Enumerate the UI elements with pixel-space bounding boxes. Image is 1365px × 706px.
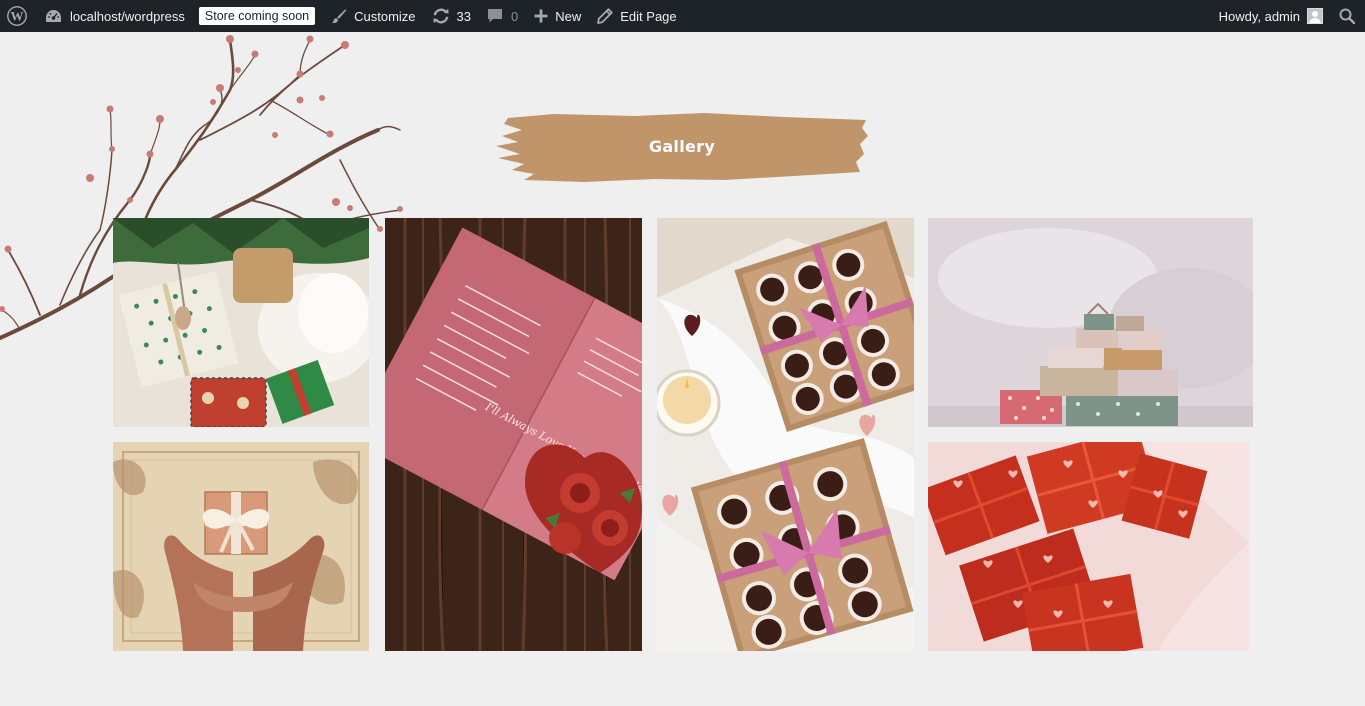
wp-admin-bar: W localhost/wordpress Store coming soon … bbox=[0, 0, 1365, 32]
admin-bar-search[interactable] bbox=[1331, 0, 1365, 32]
wordpress-menu[interactable]: W bbox=[0, 0, 37, 32]
comment-icon bbox=[488, 9, 503, 23]
site-name-label: localhost/wordpress bbox=[70, 8, 185, 24]
dashboard-icon bbox=[46, 9, 61, 22]
gallery-image-valentines-card[interactable]: I'll Always Love You Happy Valentine's D… bbox=[385, 218, 642, 651]
gallery-title: Gallery bbox=[648, 137, 716, 156]
store-status-link[interactable]: Store coming soon bbox=[193, 0, 323, 32]
red-heart-gifts-photo bbox=[928, 442, 1249, 651]
store-status-badge: Store coming soon bbox=[198, 7, 316, 25]
valentines-card-photo: I'll Always Love You Happy Valentine's D… bbox=[385, 218, 642, 651]
howdy-label: Howdy, admin bbox=[1218, 8, 1300, 24]
pencil-icon bbox=[597, 8, 613, 24]
gallery-image-christmas-gifts[interactable] bbox=[113, 218, 369, 427]
comments-link[interactable]: 0 bbox=[479, 0, 526, 32]
gallery-heading: Gallery bbox=[494, 110, 870, 188]
wordpress-icon: W bbox=[7, 6, 27, 26]
customize-link[interactable]: Customize bbox=[323, 0, 423, 32]
heart-chocolates-photo bbox=[657, 218, 914, 651]
user-avatar-icon bbox=[1307, 8, 1323, 24]
svg-text:W: W bbox=[11, 8, 24, 23]
comments-count: 0 bbox=[511, 8, 519, 24]
updates-icon bbox=[432, 8, 449, 24]
site-name-link[interactable]: localhost/wordpress bbox=[37, 0, 193, 32]
gallery-image-hands-gift[interactable] bbox=[113, 442, 369, 651]
stacked-gifts-photo bbox=[928, 218, 1253, 427]
christmas-gifts-photo bbox=[113, 218, 369, 427]
plus-icon bbox=[534, 9, 548, 23]
new-label: New bbox=[555, 8, 582, 24]
gallery-image-red-heart-gifts[interactable] bbox=[928, 442, 1249, 651]
hands-gift-photo bbox=[113, 442, 369, 651]
gallery-image-stacked-gifts[interactable] bbox=[928, 218, 1253, 427]
updates-count: 33 bbox=[456, 8, 472, 24]
edit-page-label: Edit Page bbox=[620, 8, 677, 24]
admin-bar-secondary: Howdy, admin bbox=[1211, 0, 1365, 32]
search-icon bbox=[1339, 8, 1355, 24]
customize-label: Customize bbox=[354, 8, 416, 24]
edit-page-link[interactable]: Edit Page bbox=[589, 0, 684, 32]
new-content-link[interactable]: New bbox=[526, 0, 589, 32]
gallery-image-heart-chocolates[interactable] bbox=[657, 218, 914, 651]
updates-link[interactable]: 33 bbox=[424, 0, 479, 32]
brush-icon bbox=[331, 9, 347, 23]
my-account-link[interactable]: Howdy, admin bbox=[1211, 0, 1331, 32]
